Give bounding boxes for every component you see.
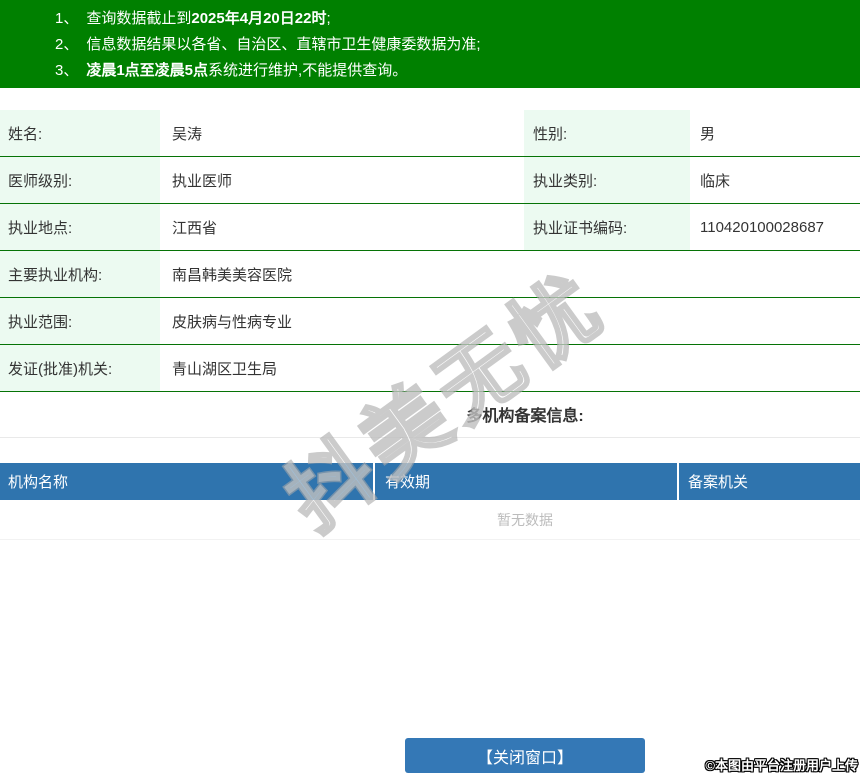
doctor-level-label: 医师级别: [0,157,160,203]
close-window-button[interactable]: 【关闭窗口】 [405,738,645,773]
table-row: 执业地点: 江西省 执业证书编码: 110420100028687 [0,204,860,251]
filing-table-header: 机构名称 有效期 备案机关 [0,463,860,500]
certificate-number-value: 110420100028687 [700,218,825,236]
table-row: 医师级别: 执业医师 执业类别: 临床 [0,157,860,204]
table-row: 发证(批准)机关: 青山湖区卫生局 [0,345,860,392]
issuing-authority-label: 发证(批准)机关: [0,345,160,391]
certificate-number-label: 执业证书编码: [524,204,690,250]
section-divider [0,437,860,438]
notice-text-bold: 凌晨1点至凌晨5点 [86,62,209,79]
notice-text: 查询数据截止到 [86,10,192,27]
name-value: 吴涛 [172,125,203,143]
practice-category-label: 执业类别: [524,157,690,203]
practice-category-value: 临床 [700,172,731,190]
column-header-validity-period: 有效期 [373,463,677,500]
main-institution-value: 南昌韩美美容医院 [172,266,293,284]
practice-scope-label: 执业范围: [0,298,160,344]
notice-text-bold: 2025年4月20日22时 [191,10,327,27]
column-header-institution-name: 机构名称 [8,474,69,491]
practice-location-label: 执业地点: [0,204,160,250]
name-label: 姓名: [0,110,160,156]
notice-line-1: 1、 查询数据截止到2025年4月20日22时; [0,6,860,32]
notice-text: 信息数据结果以各省、自治区、直辖市卫生健康委数据为准; [86,36,481,53]
filing-section-title: 多机构备案信息: [466,408,584,425]
notice-line-2: 2、 信息数据结果以各省、自治区、直辖市卫生健康委数据为准; [0,32,860,58]
table-row: 执业范围: 皮肤病与性病专业 [0,298,860,345]
notice-number: 3、 [55,62,79,79]
notice-number: 1、 [55,10,79,27]
gender-label: 性别: [524,110,690,156]
table-row: 主要执业机构: 南昌韩美美容医院 [0,251,860,298]
copyright-stamp: ©本图由平台注册用户上传 [705,758,858,773]
column-header-filing-authority: 备案机关 [677,463,860,500]
notice-text: 系统进行维护,不能提供查询。 [208,62,408,79]
doctor-info-table: 姓名: 吴涛 性别: 男 医师级别: 执业医师 执业类别: 临床 执业地点: 江… [0,110,860,392]
notice-line-3: 3、 凌晨1点至凌晨5点系统进行维护,不能提供查询。 [0,58,860,84]
query-result-page: 1、 查询数据截止到2025年4月20日22时; 2、 信息数据结果以各省、自治区、… [0,0,860,775]
notice-number: 2、 [55,36,79,53]
practice-location-value: 江西省 [172,219,218,237]
main-institution-label: 主要执业机构: [0,251,160,297]
empty-state-text: 暂无数据 [0,500,860,540]
issuing-authority-value: 青山湖区卫生局 [172,360,278,378]
doctor-level-value: 执业医师 [172,172,233,190]
notice-text: ; [326,10,331,27]
practice-scope-value: 皮肤病与性病专业 [172,313,293,331]
table-row: 姓名: 吴涛 性别: 男 [0,110,860,157]
gender-value: 男 [700,125,716,143]
notice-banner: 1、 查询数据截止到2025年4月20日22时; 2、 信息数据结果以各省、自治区、… [0,0,860,88]
